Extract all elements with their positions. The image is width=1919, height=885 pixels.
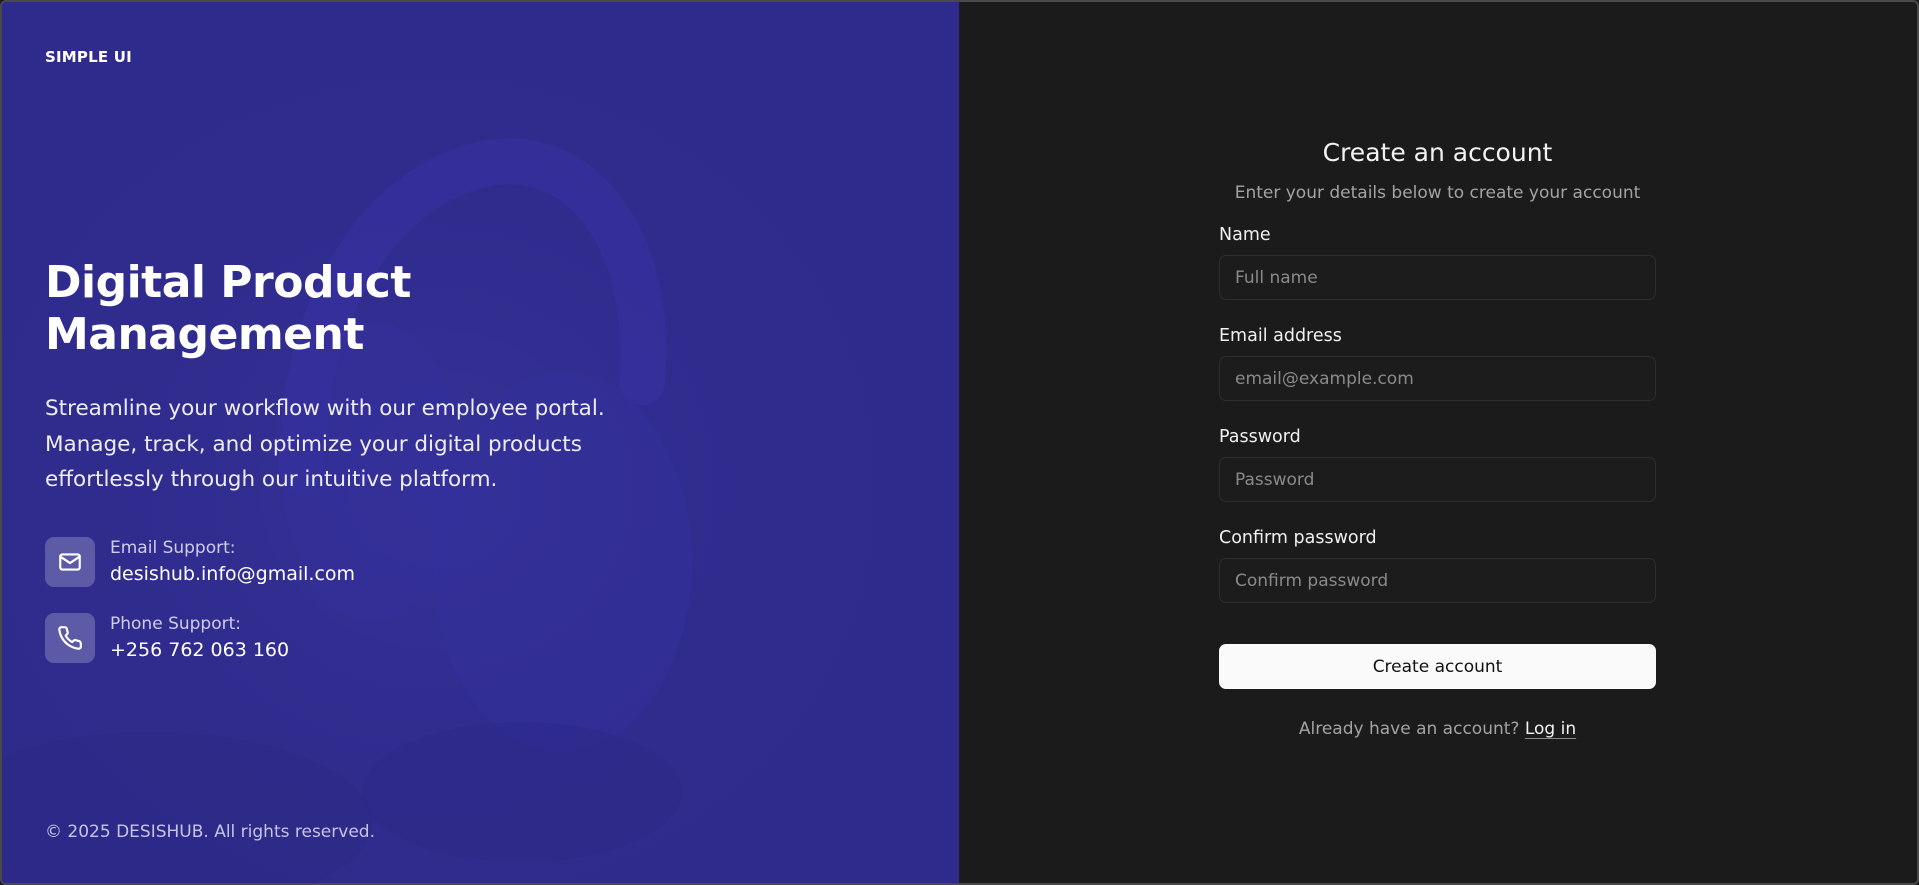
email-support-value: desishub.info@gmail.com [110, 563, 356, 585]
email-field-group: Email address [1219, 324, 1656, 401]
phone-icon [45, 613, 95, 663]
phone-support-text: Phone Support: +256 762 063 160 [110, 612, 289, 664]
mail-icon [45, 537, 95, 587]
hero-section: Digital Product Management Streamline yo… [45, 257, 645, 498]
form-subtitle: Enter your details below to create your … [1234, 183, 1641, 203]
hero-title-line: Management [45, 309, 364, 360]
hero-description-line: Manage, track, and optimize your digital… [45, 431, 582, 457]
login-link[interactable]: Log in [1525, 719, 1576, 739]
hero-description-line: Streamline your workflow with our employ… [45, 396, 605, 421]
phone-support-value: +256 762 063 160 [110, 639, 290, 661]
phone-support-item: Phone Support: +256 762 063 160 [45, 612, 605, 664]
signup-panel: Create an account Enter your details bel… [959, 2, 1917, 883]
name-field-group: Name [1219, 223, 1656, 300]
confirm-password-label: Confirm password [1219, 528, 1377, 548]
name-label: Name [1219, 225, 1271, 245]
create-account-button[interactable]: Create account [1219, 644, 1656, 689]
brand-logo-text: SIMPLE UI [45, 48, 132, 66]
form-title: Create an account [1322, 138, 1553, 167]
email-support-item: Email Support: desishub.info@gmail.com [45, 536, 605, 588]
signup-form: Create an account Enter your details bel… [1219, 135, 1656, 739]
confirm-password-field-group: Confirm password [1219, 526, 1656, 603]
copyright-notice: © 2025 DESISHUB. All rights reserved. [45, 822, 375, 842]
email-support-label: Email Support: [110, 538, 236, 558]
hero-description-line: effortlessly through our intuitive platf… [45, 467, 498, 492]
app-window: SIMPLE UI Digital Product Management Str… [0, 0, 1919, 885]
login-prompt-text: Already have an account? [1298, 719, 1520, 739]
hero-title-line: Digital Product [45, 257, 411, 308]
email-support-text: Email Support: desishub.info@gmail.com [110, 536, 355, 588]
email-input[interactable] [1219, 356, 1656, 401]
password-label: Password [1219, 427, 1301, 447]
hero-description: Streamline your workflow with our employ… [45, 391, 645, 498]
login-prompt-line: Already have an account? Log in [1219, 719, 1656, 739]
password-input[interactable] [1219, 457, 1656, 502]
name-input[interactable] [1219, 255, 1656, 300]
hero-title: Digital Product Management [45, 257, 645, 361]
confirm-password-input[interactable] [1219, 558, 1656, 603]
support-contacts: Email Support: desishub.info@gmail.com P… [45, 536, 605, 688]
phone-support-label: Phone Support: [110, 614, 241, 634]
password-field-group: Password [1219, 425, 1656, 502]
email-label: Email address [1219, 326, 1342, 346]
promo-panel: SIMPLE UI Digital Product Management Str… [2, 2, 959, 883]
